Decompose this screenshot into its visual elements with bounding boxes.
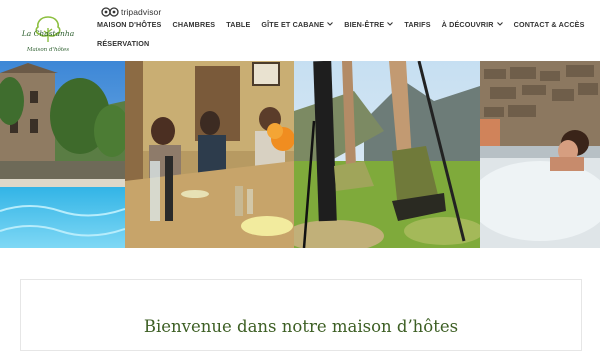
nav-label: TABLE	[226, 19, 251, 29]
nav-item-a-decouvrir[interactable]: À DÉCOUVRIR	[442, 17, 503, 31]
spa-image	[480, 61, 600, 248]
page-title: Bienvenue dans notre maison d’hôtes	[143, 317, 459, 337]
nav-item-bien-etre[interactable]: BIEN-ÊTRE	[344, 17, 394, 31]
banner-image-hiking	[294, 61, 480, 248]
logo-subtitle: Maison d'hôtes	[26, 47, 70, 53]
chevron-down-icon	[496, 22, 503, 26]
welcome-card: Bienvenue dans notre maison d’hôtes	[20, 279, 582, 351]
nav-row-1: MAISON D'HÔTES CHAMBRES TABLE GÎTE ET CA…	[97, 17, 596, 31]
banner-image-spa	[480, 61, 600, 248]
site-logo[interactable]: La Chastanha Maison d'hôtes	[18, 14, 78, 58]
nav-label: CONTACT & ACCÈS	[513, 19, 585, 29]
nav-label: RÉSERVATION	[97, 38, 150, 48]
nav-item-tarifs[interactable]: TARIFS	[404, 17, 430, 31]
site-header: La Chastanha Maison d'hôtes tripadvisor …	[0, 0, 600, 61]
nav-label: BIEN-ÊTRE	[344, 19, 385, 29]
banner-image-house-pool	[0, 61, 125, 248]
nav-label: MAISON D'HÔTES	[97, 19, 162, 29]
chevron-down-icon	[327, 22, 334, 26]
nav-row-2: RÉSERVATION	[97, 36, 160, 50]
nav-item-contact-acces[interactable]: CONTACT & ACCÈS	[514, 17, 585, 31]
nav-label: CHAMBRES	[172, 19, 216, 29]
nav-item-chambres[interactable]: CHAMBRES	[173, 17, 216, 31]
banner-image-dinner-table	[125, 61, 294, 248]
nav-item-table[interactable]: TABLE	[226, 17, 250, 31]
tripadvisor-label: tripadvisor	[121, 7, 162, 17]
nav-label: TARIFS	[404, 19, 431, 29]
hiking-image	[294, 61, 480, 248]
nav-label: À DÉCOUVRIR	[441, 19, 494, 29]
chevron-down-icon	[387, 22, 394, 26]
tripadvisor-owl-icon	[101, 7, 119, 17]
nav-item-gite-et-cabane[interactable]: GÎTE ET CABANE	[261, 17, 334, 31]
logo-name: La Chastanha	[21, 29, 75, 38]
dinner-table-image	[125, 61, 294, 248]
nav-item-reservation[interactable]: RÉSERVATION	[97, 36, 149, 50]
nav-label: GÎTE ET CABANE	[261, 19, 325, 29]
hero-banner	[0, 61, 600, 248]
nav-item-maison-dhotes[interactable]: MAISON D'HÔTES	[97, 17, 162, 31]
house-pool-image	[0, 61, 125, 248]
